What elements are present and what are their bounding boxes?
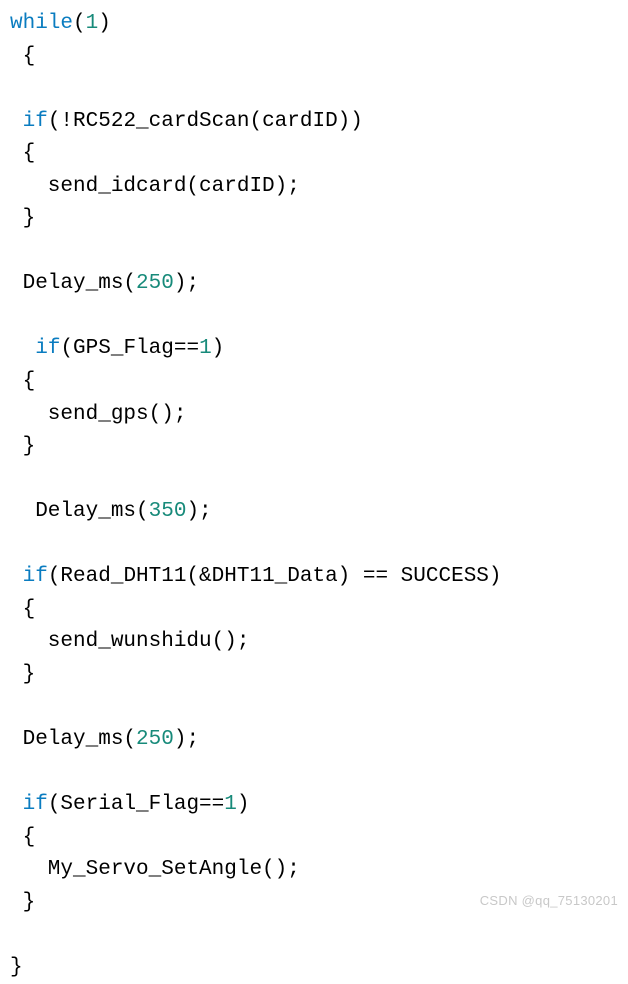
text: );	[174, 272, 199, 295]
keyword-if: if	[23, 565, 48, 588]
keyword-if: if	[23, 110, 48, 133]
literal-250: 250	[136, 728, 174, 751]
brace-open: {	[10, 826, 35, 849]
brace-close: }	[10, 207, 35, 230]
keyword-if: if	[35, 337, 60, 360]
keyword-if: if	[23, 793, 48, 816]
brace-close: }	[10, 663, 35, 686]
brace-open: {	[10, 598, 35, 621]
if-gps-cond-b: )	[212, 337, 225, 360]
call-delay-ms: Delay_ms(	[10, 728, 136, 751]
literal-1: 1	[86, 12, 99, 35]
brace-close: }	[10, 956, 23, 979]
if-serial-cond-b: )	[237, 793, 250, 816]
watermark-text: CSDN @qq_75130201	[480, 891, 618, 911]
literal-350: 350	[149, 500, 187, 523]
text: );	[174, 728, 199, 751]
literal-250: 250	[136, 272, 174, 295]
call-delay-ms: Delay_ms(	[10, 500, 149, 523]
call-send-gps: send_gps();	[10, 403, 186, 426]
code-block: while(1) { if(!RC522_cardScan(cardID)) {…	[10, 8, 618, 984]
brace-open: {	[10, 45, 35, 68]
call-send-idcard: send_idcard(cardID);	[10, 175, 300, 198]
if-dht11-cond: (Read_DHT11(&DHT11_Data) == SUCCESS)	[48, 565, 502, 588]
brace-close: }	[10, 891, 35, 914]
call-send-wunshidu: send_wunshidu();	[10, 630, 249, 653]
if-gps-cond-a: (GPS_Flag==	[60, 337, 199, 360]
text: );	[186, 500, 211, 523]
literal-1: 1	[224, 793, 237, 816]
call-servo-setangle: My_Servo_SetAngle();	[10, 858, 300, 881]
if-cardscan-cond: (!RC522_cardScan(cardID))	[48, 110, 363, 133]
brace-open: {	[10, 142, 35, 165]
paren-close: )	[98, 12, 111, 35]
paren-open: (	[73, 12, 86, 35]
brace-open: {	[10, 370, 35, 393]
keyword-while: while	[10, 12, 73, 35]
if-serial-cond-a: (Serial_Flag==	[48, 793, 224, 816]
call-delay-ms: Delay_ms(	[10, 272, 136, 295]
literal-1: 1	[199, 337, 212, 360]
brace-close: }	[10, 435, 35, 458]
